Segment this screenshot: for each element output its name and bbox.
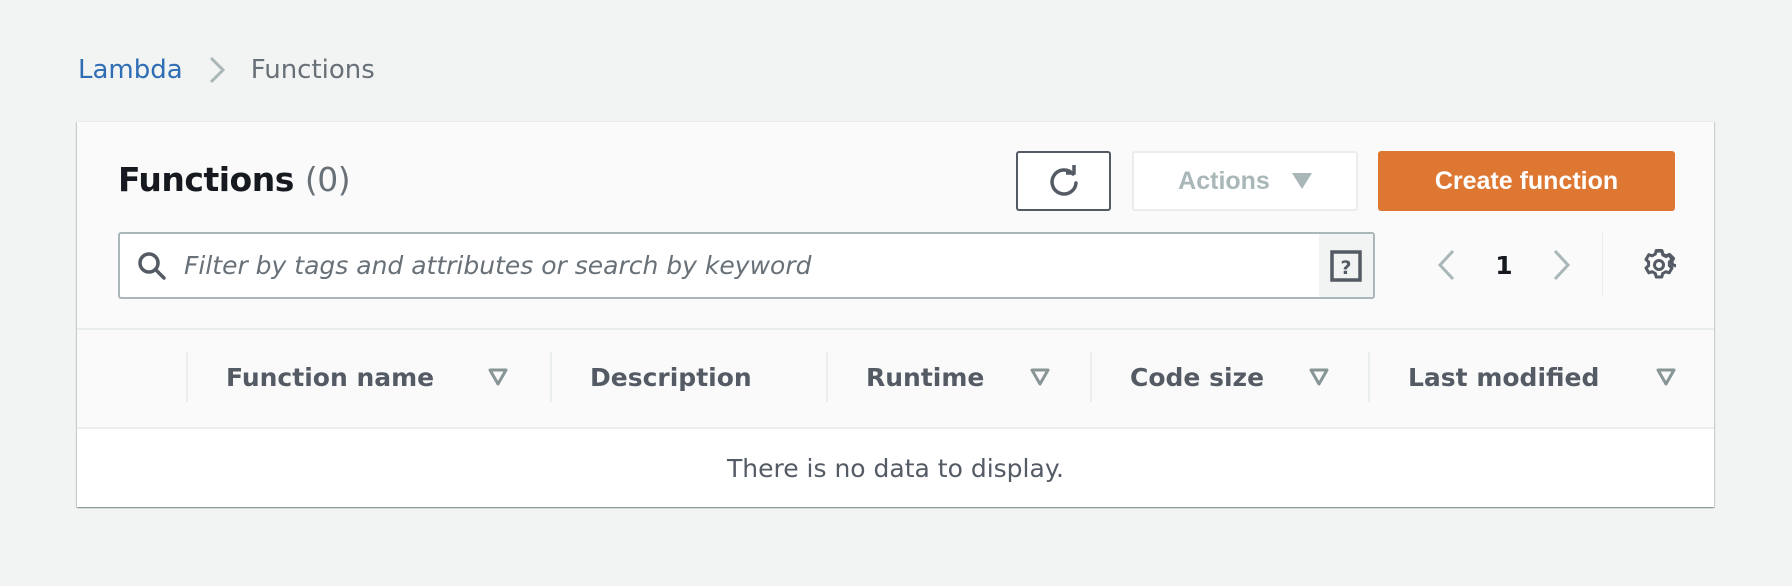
refresh-button[interactable] xyxy=(1016,151,1111,211)
breadcrumb: Lambda Functions xyxy=(78,52,375,88)
column-label: Last modified xyxy=(1408,362,1600,392)
column-header-function-name[interactable]: Function name xyxy=(186,352,550,402)
column-divider xyxy=(826,352,828,402)
sort-icon[interactable] xyxy=(488,368,508,386)
sort-icon[interactable] xyxy=(1030,368,1050,386)
column-label: Function name xyxy=(226,362,435,392)
pagination: 1 xyxy=(1426,235,1582,295)
current-page-number[interactable]: 1 xyxy=(1466,251,1542,280)
column-label: Runtime xyxy=(866,362,985,392)
actions-dropdown-button[interactable]: Actions xyxy=(1132,151,1358,211)
column-divider xyxy=(550,352,552,402)
empty-state-message: There is no data to display. xyxy=(726,453,1064,483)
table-body: There is no data to display. xyxy=(77,429,1714,507)
column-header-code-size[interactable]: Code size xyxy=(1090,352,1368,402)
gear-icon[interactable] xyxy=(1634,240,1684,290)
column-divider xyxy=(186,352,188,402)
help-icon[interactable]: ? xyxy=(1318,234,1373,297)
sort-icon[interactable] xyxy=(1656,368,1676,386)
breadcrumb-lambda-link[interactable]: Lambda xyxy=(78,55,183,85)
search-input[interactable]: Filter by tags and attributes or search … xyxy=(184,251,1318,280)
title-text: Functions xyxy=(118,160,294,199)
column-divider xyxy=(1368,352,1370,402)
next-page-button[interactable] xyxy=(1542,245,1582,285)
svg-text:?: ? xyxy=(1340,257,1351,279)
column-header-description: Description xyxy=(550,352,826,402)
breadcrumb-current: Functions xyxy=(250,55,375,85)
table-header: Function name Description Runtime Code s… xyxy=(77,328,1714,429)
create-function-button[interactable]: Create function xyxy=(1378,151,1675,211)
pagination-divider xyxy=(1602,232,1603,296)
column-header-last-modified[interactable]: Last modified xyxy=(1368,352,1712,402)
sort-icon[interactable] xyxy=(1309,368,1329,386)
previous-page-button[interactable] xyxy=(1426,245,1466,285)
page-title: Functions (0) xyxy=(118,160,351,199)
actions-label: Actions xyxy=(1178,166,1270,195)
column-label: Description xyxy=(590,362,752,392)
chevron-right-icon xyxy=(209,56,225,84)
functions-panel: Functions (0) Actions Create function Fi… xyxy=(77,121,1714,507)
column-label: Code size xyxy=(1130,362,1265,392)
column-divider xyxy=(1090,352,1092,402)
refresh-icon xyxy=(1047,164,1081,198)
column-header-runtime[interactable]: Runtime xyxy=(826,352,1090,402)
function-count: (0) xyxy=(304,160,351,199)
caret-down-icon xyxy=(1291,173,1312,189)
search-icon xyxy=(120,251,184,281)
search-filter[interactable]: Filter by tags and attributes or search … xyxy=(118,232,1375,299)
